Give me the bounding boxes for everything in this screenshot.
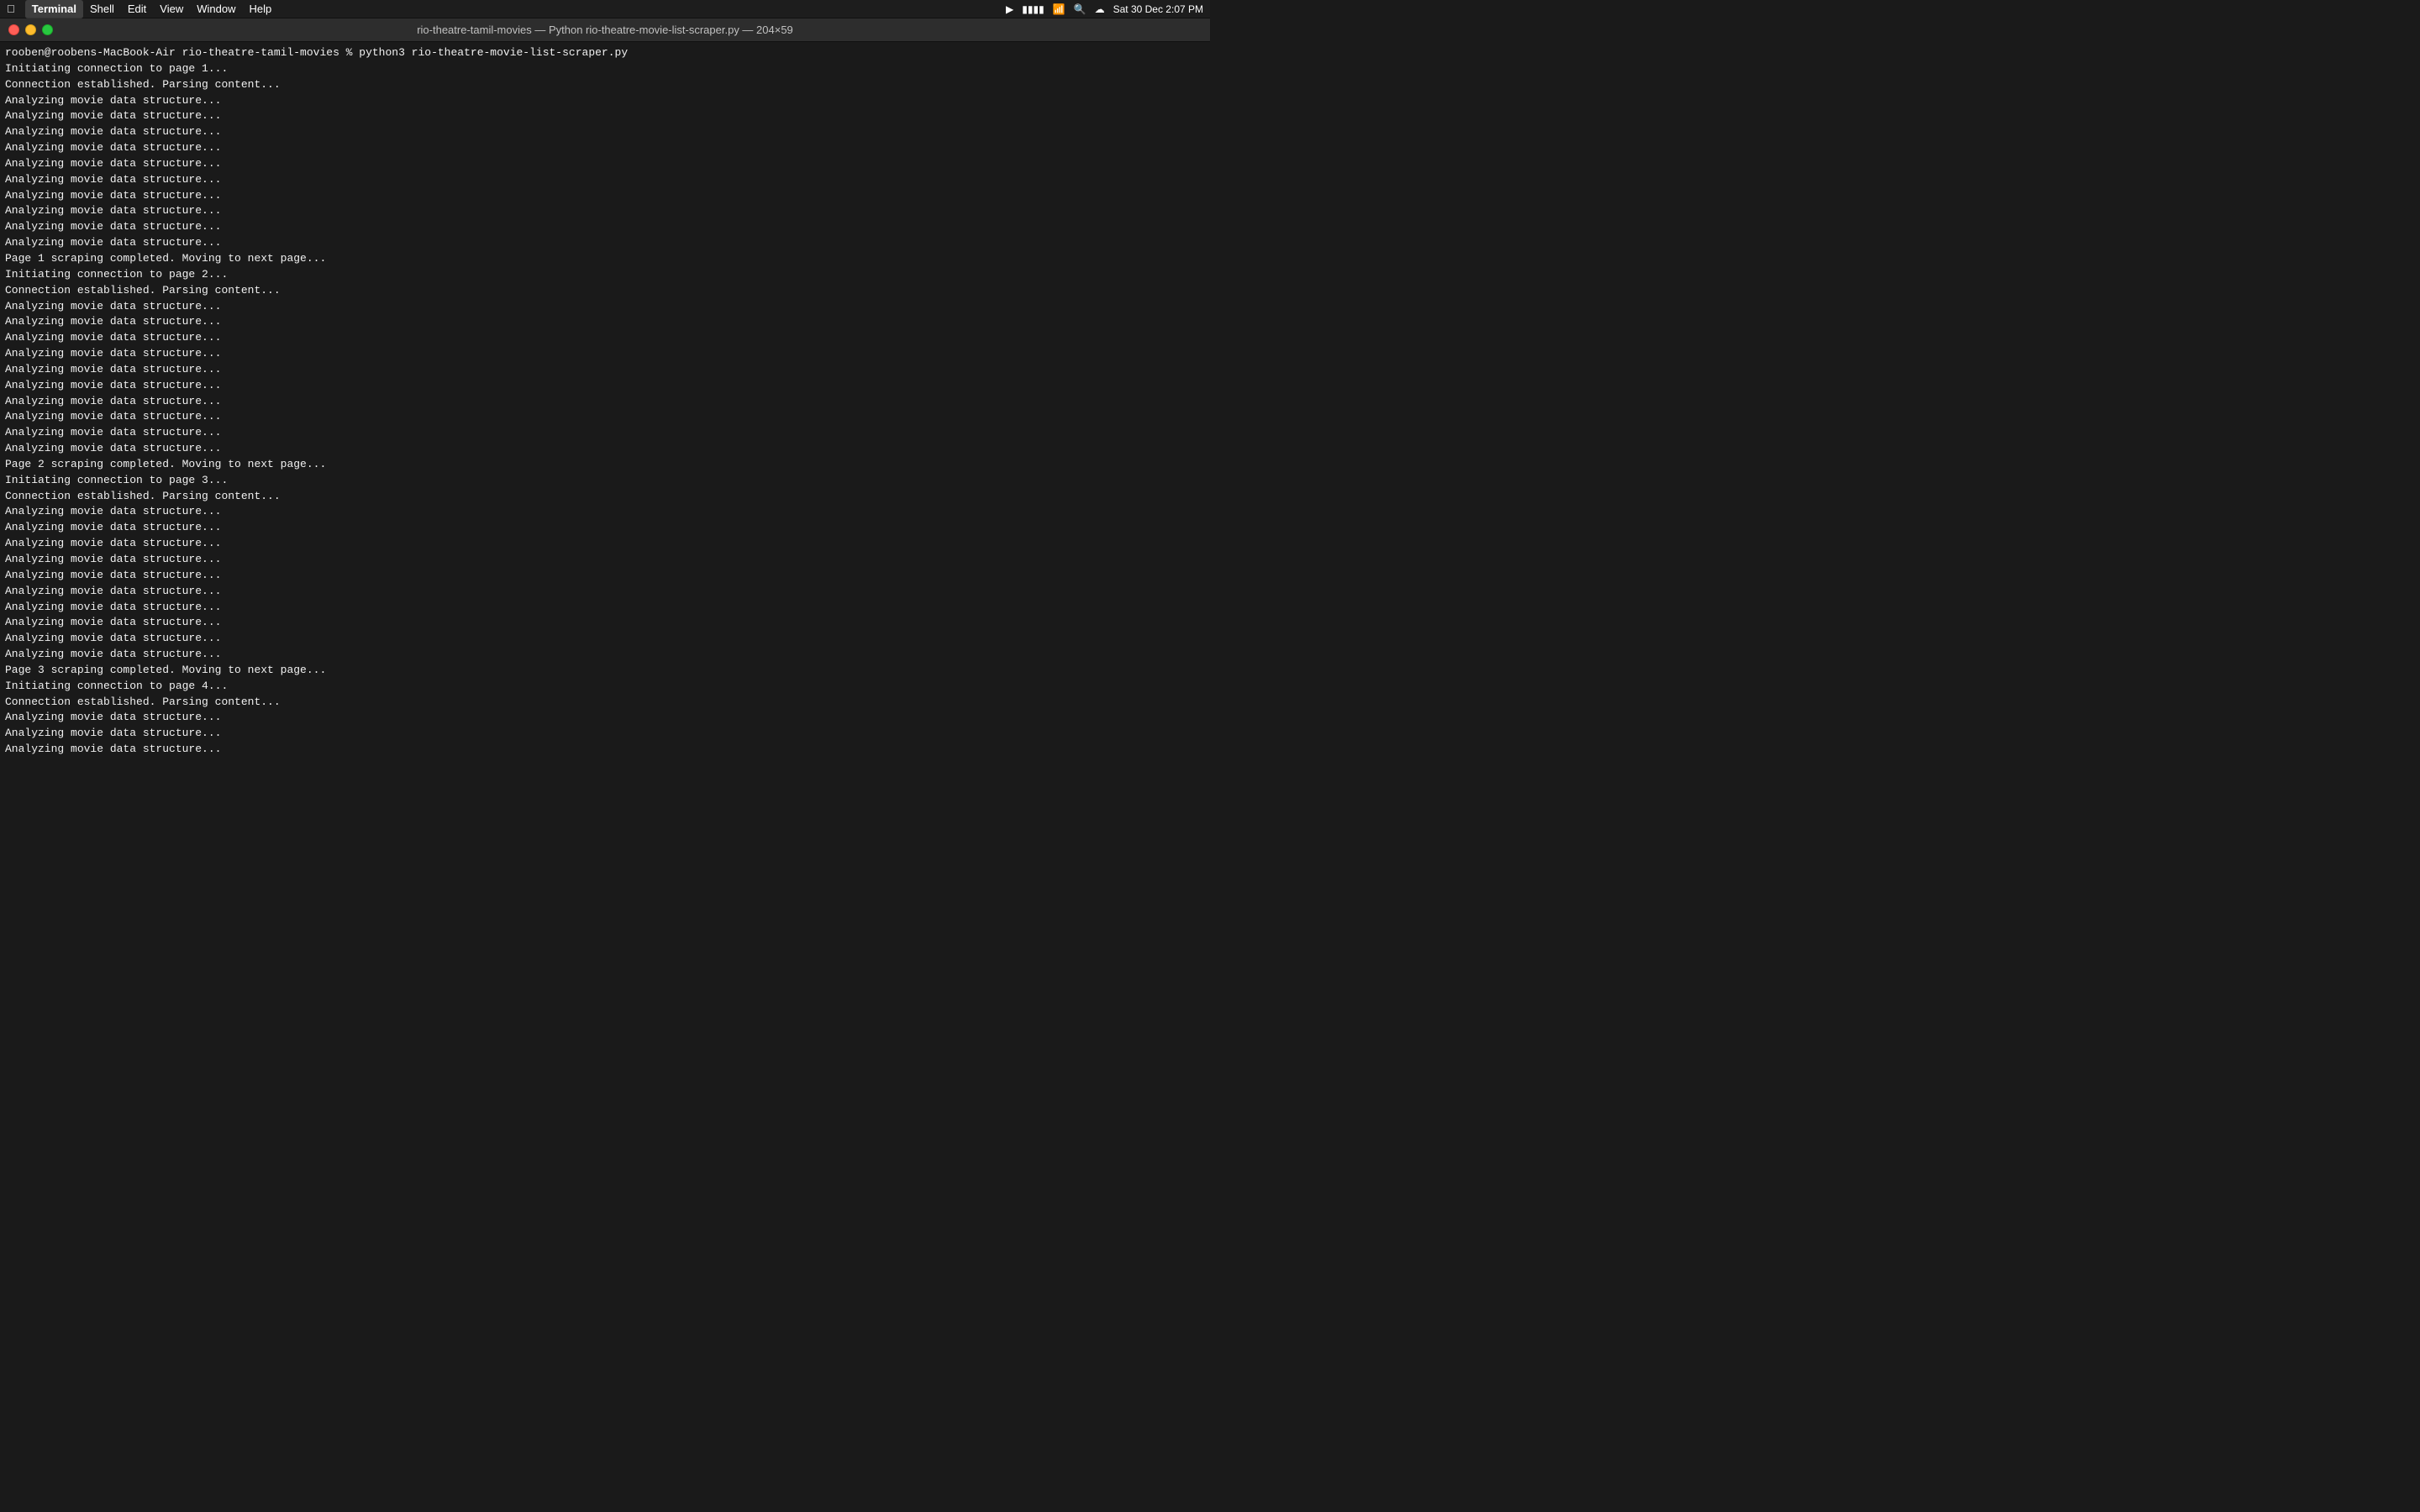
terminal-line: Analyzing movie data structure... [5,568,1205,584]
terminal-line: Analyzing movie data structure... [5,108,1205,124]
terminal-line: Analyzing movie data structure... [5,188,1205,204]
terminal-line: Analyzing movie data structure... [5,140,1205,156]
menu-view[interactable]: View [153,0,190,18]
terminal-line: Analyzing movie data structure... [5,156,1205,172]
menu-bar:  Terminal Shell Edit View Window Help ▶… [0,0,1210,18]
maximize-button[interactable] [42,24,53,35]
traffic-lights [8,24,53,35]
terminal-line: Initiating connection to page 1... [5,61,1205,77]
minimize-button[interactable] [25,24,36,35]
terminal-line: Analyzing movie data structure... [5,631,1205,647]
terminal-line: Analyzing movie data structure... [5,742,1205,756]
terminal-content[interactable]: rooben@roobens-MacBook-Air rio-theatre-t… [0,42,1210,756]
window-title: rio-theatre-tamil-movies — Python rio-th… [417,24,793,36]
terminal-line: Analyzing movie data structure... [5,124,1205,140]
terminal-line: Initiating connection to page 3... [5,473,1205,489]
terminal-line: Connection established. Parsing content.… [5,695,1205,711]
terminal-line: Analyzing movie data structure... [5,203,1205,219]
terminal-line: Analyzing movie data structure... [5,409,1205,425]
terminal-line: Initiating connection to page 4... [5,679,1205,695]
terminal-line: Analyzing movie data structure... [5,172,1205,188]
terminal-line: Analyzing movie data structure... [5,93,1205,109]
terminal-line: Analyzing movie data structure... [5,219,1205,235]
terminal-line: Analyzing movie data structure... [5,425,1205,441]
menu-bar-right: ▶ ▮▮▮▮ 📶 🔍 ☁ Sat 30 Dec 2:07 PM [1006,0,1203,18]
wifi-icon: 📶 [1053,3,1065,15]
terminal-line: Page 2 scraping completed. Moving to nex… [5,457,1205,473]
media-play-icon: ▶ [1006,3,1013,15]
terminal-line: Analyzing movie data structure... [5,584,1205,600]
terminal-line: Connection established. Parsing content.… [5,283,1205,299]
battery-icon: ▮▮▮▮ [1022,3,1044,15]
terminal-line: Analyzing movie data structure... [5,536,1205,552]
terminal-line: Analyzing movie data structure... [5,647,1205,663]
terminal-line: Analyzing movie data structure... [5,615,1205,631]
terminal-prompt: rooben@roobens-MacBook-Air rio-theatre-t… [5,45,1205,61]
terminal-line: Analyzing movie data structure... [5,314,1205,330]
menu-shell[interactable]: Shell [83,0,121,18]
menu-edit[interactable]: Edit [121,0,153,18]
terminal-line: Analyzing movie data structure... [5,378,1205,394]
datetime: Sat 30 Dec 2:07 PM [1113,3,1203,15]
terminal-line: Page 1 scraping completed. Moving to nex… [5,251,1205,267]
terminal-line: Page 3 scraping completed. Moving to nex… [5,663,1205,679]
terminal-line: Analyzing movie data structure... [5,441,1205,457]
terminal-line: Analyzing movie data structure... [5,394,1205,410]
terminal-line: Analyzing movie data structure... [5,710,1205,726]
terminal-line: Analyzing movie data structure... [5,726,1205,742]
title-bar: rio-theatre-tamil-movies — Python rio-th… [0,18,1210,42]
icloud-icon: ☁ [1095,3,1105,15]
terminal-line: Analyzing movie data structure... [5,299,1205,315]
apple-menu[interactable]:  [7,3,15,15]
terminal-line: Connection established. Parsing content.… [5,489,1205,505]
menu-help[interactable]: Help [243,0,279,18]
terminal-line: Analyzing movie data structure... [5,520,1205,536]
terminal-line: Analyzing movie data structure... [5,330,1205,346]
terminal-line: Analyzing movie data structure... [5,552,1205,568]
terminal-line: Analyzing movie data structure... [5,235,1205,251]
terminal-line: Analyzing movie data structure... [5,362,1205,378]
terminal-line: Analyzing movie data structure... [5,504,1205,520]
terminal-line: Analyzing movie data structure... [5,600,1205,616]
terminal-line: Initiating connection to page 2... [5,267,1205,283]
menu-terminal[interactable]: Terminal [25,0,83,18]
search-icon[interactable]: 🔍 [1074,3,1086,15]
menu-window[interactable]: Window [190,0,242,18]
terminal-line: Connection established. Parsing content.… [5,77,1205,93]
terminal-line: Analyzing movie data structure... [5,346,1205,362]
close-button[interactable] [8,24,19,35]
